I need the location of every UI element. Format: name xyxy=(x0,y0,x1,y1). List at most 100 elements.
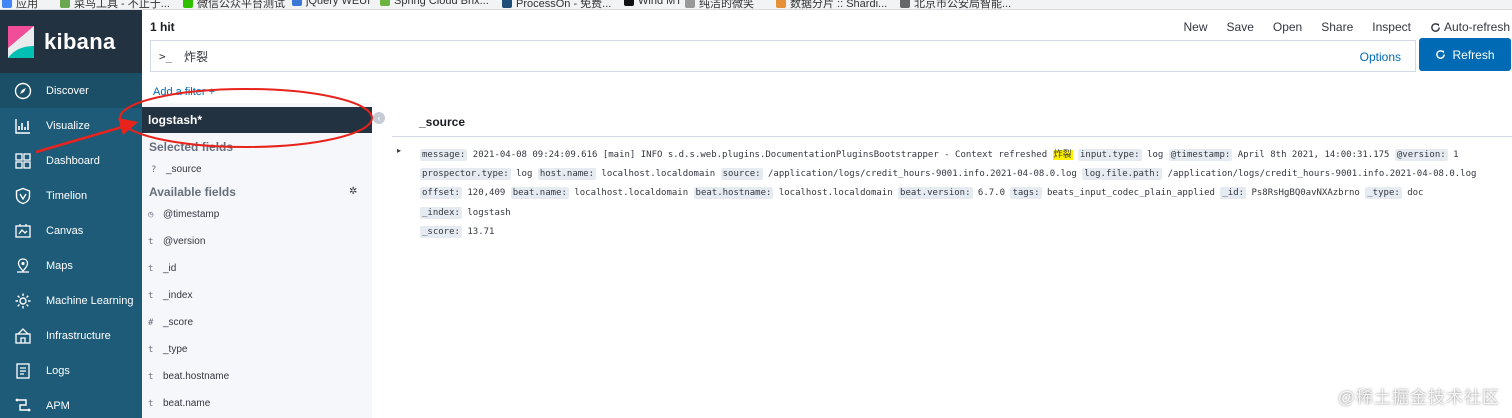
kibana-brand[interactable]: kibana xyxy=(0,10,142,73)
source-field: _index: logstash xyxy=(420,206,511,219)
bookmark-label: Spring Cloud Brix... xyxy=(394,0,489,7)
index-pattern-selector[interactable]: logstash* xyxy=(142,107,372,133)
chart-icon xyxy=(0,117,46,135)
auto-refresh-button[interactable]: Auto-refresh xyxy=(1419,20,1512,34)
source-field: beat.hostname: localhost.localdomain xyxy=(693,187,893,200)
table-header-divider xyxy=(392,136,1512,137)
available-fields-heading: Available fields xyxy=(149,185,236,199)
clock-icon: ◷ xyxy=(148,209,154,220)
infra-icon xyxy=(0,327,46,345)
nav-item-label: Dashboard xyxy=(46,154,100,167)
nav-item-discover[interactable]: Discover xyxy=(0,73,142,108)
source-field-key: @version: xyxy=(1394,149,1448,161)
bookmark-icon xyxy=(624,0,634,6)
nav-item-maps[interactable]: Maps xyxy=(0,248,142,283)
field-item[interactable]: t _id xyxy=(148,263,176,274)
field-item[interactable]: ◷ @timestamp xyxy=(148,209,219,220)
source-field: beat.version: 6.7.0 xyxy=(898,187,1006,200)
collapse-sidebar-icon[interactable]: ‹ xyxy=(373,112,385,124)
nav-item-label: Timelion xyxy=(46,189,88,202)
nav-item-logs[interactable]: Logs xyxy=(0,353,142,388)
field-item[interactable]: t _index xyxy=(148,290,192,301)
source-column-header: _source xyxy=(419,115,466,129)
nav-list: Discover Visualize Dashboard Timelion Canvas… xyxy=(0,73,142,418)
bookmark-item[interactable]: 纯洁的微笑 xyxy=(685,0,754,10)
refresh-button[interactable]: Refresh xyxy=(1419,38,1511,71)
field-item[interactable]: t @version xyxy=(148,236,205,247)
source-field-key: message: xyxy=(420,149,468,161)
bookmark-item[interactable]: 北京市公安局智能... xyxy=(900,0,1011,9)
nav-item-label: Infrastructure xyxy=(46,329,111,342)
field-name: @timestamp xyxy=(163,209,220,220)
field-type-icon: t xyxy=(148,236,154,247)
bookmark-item[interactable]: jQuery WEUI xyxy=(292,0,370,7)
source-field-value: doc xyxy=(1407,188,1424,199)
source-field-key: beat.version: xyxy=(898,187,973,200)
add-filter-button[interactable]: Add a filter + xyxy=(153,86,215,98)
bookmark-label: 纯洁的微笑 xyxy=(699,0,754,10)
nav-item-visualize[interactable]: Visualize xyxy=(0,108,142,143)
source-field-value: 6.7.0 xyxy=(977,188,1006,199)
canvas-icon xyxy=(0,222,46,240)
gear-icon[interactable]: ✲ xyxy=(349,186,357,197)
source-field: host.name: localhost.localdomain xyxy=(537,168,715,181)
source-field: tags: beats_input_codec_plain_applied xyxy=(1010,187,1215,200)
bookmark-item[interactable]: ProcessOn - 免费... xyxy=(502,0,611,9)
field-name: _source xyxy=(166,164,202,175)
field-item[interactable]: t beat.name xyxy=(148,398,210,409)
source-field: _score: 13.71 xyxy=(420,225,495,238)
menu-save[interactable]: Save xyxy=(1216,20,1262,34)
bookmark-label: 数据分片 :: Shardi... xyxy=(790,0,888,10)
bookmark-label: 应用 xyxy=(16,0,38,10)
source-field-value: 120,409 xyxy=(467,188,506,199)
search-input[interactable]: 炸裂 xyxy=(184,48,208,65)
source-field-value: 13.71 xyxy=(467,226,495,237)
bookmark-icon xyxy=(776,0,786,8)
bookmark-item[interactable]: Spring Cloud Brix... xyxy=(380,0,489,7)
source-field-value: /application/logs/credit_hours-9001.info… xyxy=(768,169,1077,180)
field-type-icon: t xyxy=(148,398,154,409)
source-field: @version: 1 xyxy=(1394,149,1459,161)
menu-inspect[interactable]: Inspect xyxy=(1361,20,1419,34)
expand-row-icon[interactable]: ▸ xyxy=(397,146,401,155)
top-menu: New Save Open Share Inspect Auto-refresh xyxy=(1173,20,1512,34)
query-options-button[interactable]: Options xyxy=(1360,50,1401,64)
source-field: _type: doc xyxy=(1365,187,1424,200)
nav-item-infrastructure[interactable]: Infrastructure xyxy=(0,318,142,353)
bookmark-label: Wind MT xyxy=(638,0,682,7)
source-field-key: host.name: xyxy=(537,168,596,181)
bookmark-item[interactable]: 数据分片 :: Shardi... xyxy=(776,0,888,10)
query-bar[interactable]: >_ 炸裂 Options xyxy=(150,40,1416,72)
source-field-key: tags: xyxy=(1010,187,1042,200)
menu-open[interactable]: Open xyxy=(1262,20,1310,34)
source-field-key: offset: xyxy=(420,187,462,200)
bookmark-item[interactable]: 应用 xyxy=(2,0,38,10)
source-field-key: beat.hostname: xyxy=(693,187,774,200)
nav-item-apm[interactable]: APM xyxy=(0,388,142,418)
bookmark-label: 菜鸟工具 - 不止于... xyxy=(74,0,170,10)
bookmarks-bar: 应用 菜鸟工具 - 不止于... 微信公众平台测试 jQuery WEUI Spring… xyxy=(0,0,1512,10)
field-item[interactable]: t beat.hostname xyxy=(148,371,229,382)
bookmark-item[interactable]: Wind MT xyxy=(624,0,682,7)
menu-new[interactable]: New xyxy=(1173,20,1216,34)
source-field-value: Ps8RsHgBQ0avNXAzbrno xyxy=(1251,188,1360,199)
nav-item-label: APM xyxy=(46,399,70,412)
source-field-key: _index: xyxy=(420,206,462,219)
source-field: prospector.type: log xyxy=(420,168,532,181)
source-field-key: _score: xyxy=(420,225,462,238)
nav-item-dashboard[interactable]: Dashboard xyxy=(0,143,142,178)
field-item-source[interactable]: ? _source xyxy=(151,164,202,175)
nav-item-machine-learning[interactable]: Machine Learning xyxy=(0,283,142,318)
field-item[interactable]: # _score xyxy=(148,317,193,328)
bookmark-item[interactable]: 微信公众平台测试 xyxy=(183,0,285,9)
source-field: log.file.path: /application/logs/credit_… xyxy=(1082,168,1476,181)
nav-item-canvas[interactable]: Canvas xyxy=(0,213,142,248)
field-item[interactable]: t _type xyxy=(148,344,187,355)
source-field-value: localhost.localdomain xyxy=(574,188,689,199)
source-field-value: beats_input_codec_plain_applied xyxy=(1046,188,1215,199)
menu-share[interactable]: Share xyxy=(1310,20,1361,34)
nav-item-timelion[interactable]: Timelion xyxy=(0,178,142,213)
source-field-key: prospector.type: xyxy=(420,168,511,181)
source-field-value: 2021-04-08 09:24:09.616 [main] INFO s.d.… xyxy=(472,150,1048,160)
bookmark-item[interactable]: 菜鸟工具 - 不止于... xyxy=(60,0,170,10)
